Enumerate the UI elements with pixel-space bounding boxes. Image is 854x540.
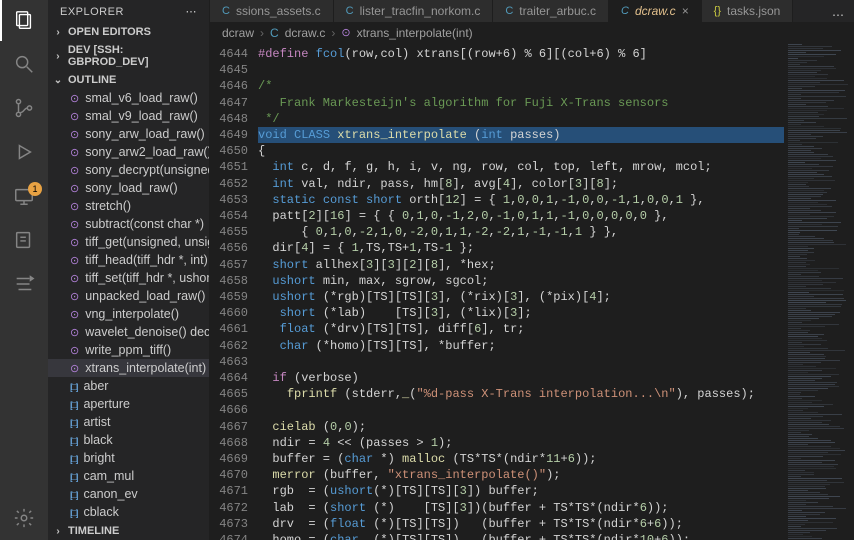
file-type-icon: {} (714, 5, 721, 17)
close-icon[interactable]: × (682, 4, 689, 18)
scm-badge: 1 (28, 182, 42, 196)
editor-tab[interactable]: Clister_tracfin_norkom.c (334, 0, 494, 22)
references-icon[interactable] (12, 228, 36, 252)
breadcrumb-file[interactable]: dcraw.c (285, 26, 326, 40)
explorer-sidebar: EXPLORER⋯ ›OPEN EDITORS ›DEV [SSH: GBPRO… (48, 0, 210, 540)
sidebar-title: EXPLORER⋯ (48, 0, 209, 23)
variable-icon (70, 487, 77, 501)
variable-icon (70, 505, 77, 519)
function-icon (70, 307, 79, 321)
outline-item[interactable]: artist (48, 413, 209, 431)
outline-item[interactable]: stretch() (48, 197, 209, 215)
editor-tab[interactable]: Cdcraw.c× (609, 0, 702, 22)
editor-area: Cssions_assets.cClister_tracfin_norkom.c… (210, 0, 854, 540)
outline-item[interactable]: tiff_set(tiff_hdr *, ushort... (48, 269, 209, 287)
outline-item[interactable]: write_ppm_tiff() (48, 341, 209, 359)
section-timeline[interactable]: ›TIMELINE (48, 522, 209, 540)
outline-item[interactable]: smal_v6_load_raw() (48, 89, 209, 107)
source-control-icon[interactable] (12, 96, 36, 120)
variable-icon (70, 469, 77, 483)
outline-item[interactable]: unpacked_load_raw() (48, 287, 209, 305)
function-icon (70, 253, 79, 267)
function-icon (70, 109, 79, 123)
section-outline[interactable]: ⌄OUTLINE (48, 71, 209, 89)
section-workspace[interactable]: ›DEV [SSH: GBPROD_DEV] (48, 41, 209, 71)
variable-icon (70, 415, 77, 429)
function-icon (70, 163, 79, 177)
outline-item[interactable]: sony_decrypt(unsigned ... (48, 161, 209, 179)
outline-item[interactable]: xtrans_interpolate(int) (48, 359, 209, 377)
outline-item[interactable]: tiff_get(unsigned, unsig... (48, 233, 209, 251)
editor-tab[interactable]: Cssions_assets.c (210, 0, 334, 22)
variable-icon (70, 451, 77, 465)
run-debug-icon[interactable] (12, 140, 36, 164)
function-icon (70, 325, 79, 339)
more-icon[interactable]: ⋯ (186, 5, 198, 18)
activity-bar: 1 (0, 0, 48, 540)
outline-item[interactable]: canon_ev (48, 485, 209, 503)
outline-item[interactable]: cblack (48, 503, 209, 521)
function-icon (70, 181, 79, 195)
function-icon (70, 343, 79, 357)
outline-item[interactable]: vng_interpolate() (48, 305, 209, 323)
bookmarks-icon[interactable] (12, 272, 36, 296)
minimap[interactable] (784, 44, 854, 540)
outline-item[interactable]: cam_mul (48, 467, 209, 485)
function-icon (70, 145, 79, 159)
function-icon (70, 91, 79, 105)
tab-bar: Cssions_assets.cClister_tracfin_norkom.c… (210, 0, 854, 22)
editor-tab[interactable]: {}tasks.json (702, 0, 794, 22)
variable-icon (70, 379, 77, 393)
variable-icon (70, 397, 77, 411)
code-content[interactable]: #define fcol(row,col) xtrans[(row+6) % 6… (258, 44, 784, 540)
section-open-editors[interactable]: ›OPEN EDITORS (48, 23, 209, 41)
outline-item[interactable]: wavelet_denoise() decla... (48, 323, 209, 341)
outline-item[interactable]: sony_load_raw() (48, 179, 209, 197)
explorer-icon[interactable] (12, 8, 36, 32)
function-icon (70, 289, 79, 303)
breadcrumbs[interactable]: dcraw › C dcraw.c › ⊙ xtrans_interpolate… (210, 22, 854, 44)
tab-actions[interactable]: ⋯ (822, 8, 854, 22)
function-icon (70, 127, 79, 141)
outline-item[interactable]: subtract(const char *) (48, 215, 209, 233)
function-icon (70, 199, 79, 213)
line-gutter: 4644 4645 4646 4647 4648 4649 4650 4651 … (210, 44, 258, 540)
outline-item[interactable]: sony_arw_load_raw() (48, 125, 209, 143)
breadcrumb-folder[interactable]: dcraw (222, 26, 254, 40)
outline-item[interactable]: aber (48, 377, 209, 395)
function-icon (70, 271, 79, 285)
outline-item[interactable]: tiff_head(tiff_hdr *, int) (48, 251, 209, 269)
outline-item[interactable]: smal_v9_load_raw() (48, 107, 209, 125)
outline-list: smal_v6_load_raw()smal_v9_load_raw()sony… (48, 89, 209, 522)
outline-item[interactable]: sony_arw2_load_raw() (48, 143, 209, 161)
outline-item[interactable]: bright (48, 449, 209, 467)
outline-item[interactable]: black (48, 431, 209, 449)
code-editor[interactable]: 4644 4645 4646 4647 4648 4649 4650 4651 … (210, 44, 854, 540)
settings-gear-icon[interactable] (12, 506, 36, 530)
function-icon (70, 217, 79, 231)
file-type-icon: C (222, 5, 230, 17)
file-type-icon: C (346, 5, 354, 17)
variable-icon (70, 433, 77, 447)
file-type-icon: C (621, 5, 629, 17)
breadcrumb-symbol[interactable]: xtrans_interpolate(int) (357, 26, 473, 40)
function-icon (70, 361, 79, 375)
search-icon[interactable] (12, 52, 36, 76)
editor-tab[interactable]: Ctraiter_arbuc.c (493, 0, 609, 22)
outline-item[interactable]: aperture (48, 395, 209, 413)
function-icon (70, 235, 79, 249)
file-type-icon: C (505, 5, 513, 17)
